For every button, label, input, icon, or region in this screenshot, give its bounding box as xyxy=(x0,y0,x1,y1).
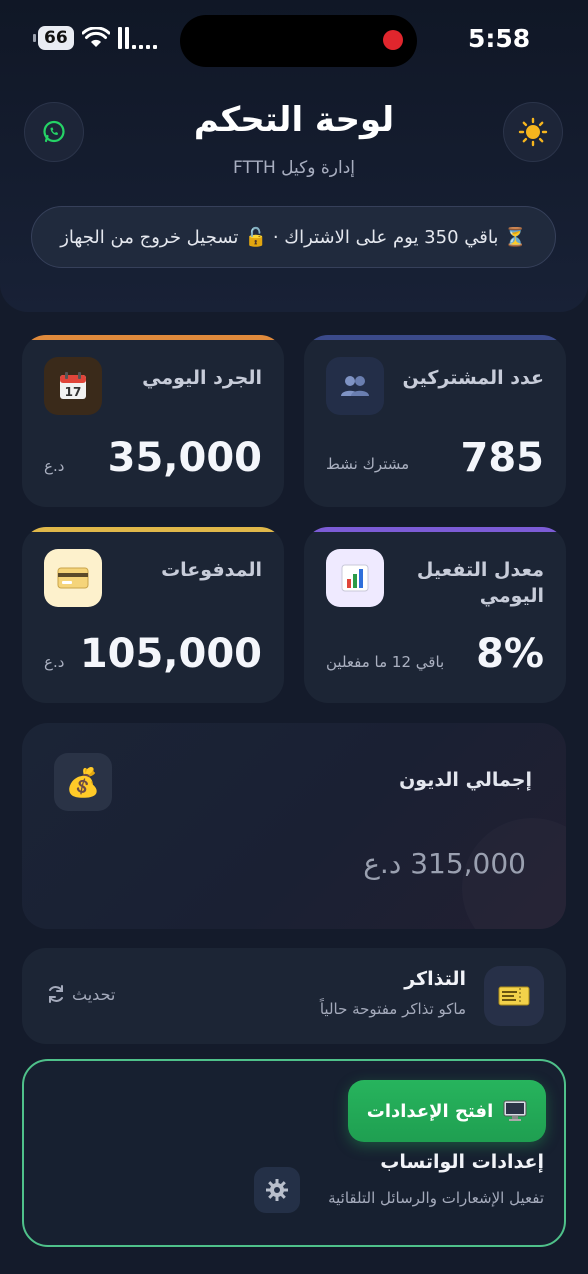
payments-card[interactable]: المدفوعات 105,000 د.ع xyxy=(22,527,284,703)
card-accent xyxy=(22,527,284,532)
subscription-days-text: باقي 350 يوم على الاشتراك · xyxy=(272,226,499,248)
svg-text:17: 17 xyxy=(65,385,82,399)
calendar-icon: 17 xyxy=(44,357,102,415)
dynamic-island xyxy=(180,15,417,67)
daily-inventory-value: 35,000 xyxy=(107,435,262,481)
activation-remaining-text: باقي 12 ما مفعلين xyxy=(326,653,445,671)
subscription-notice[interactable]: ⏳ باقي 350 يوم على الاشتراك · 🔓 تسجيل خر… xyxy=(31,206,556,268)
wifi-icon xyxy=(81,27,110,47)
daily-inventory-card[interactable]: الجرد اليومي 17 35,000 د.ع xyxy=(22,335,284,507)
recording-dot xyxy=(383,30,403,50)
bar-chart-icon xyxy=(326,549,384,607)
currency-unit: د.ع xyxy=(44,653,65,671)
open-settings-button[interactable]: افتح الإعدادات xyxy=(348,1080,546,1142)
battery-indicator: 66 xyxy=(33,26,74,50)
ticket-icon xyxy=(484,966,544,1026)
signal-icon xyxy=(117,27,157,49)
activation-rate-card[interactable]: معدل التفعيل اليومي 8% باقي 12 ما مفعلين xyxy=(304,527,566,703)
page-title: لوحة التحكم xyxy=(193,100,395,140)
subscribers-card[interactable]: عدد المشتركين 785 مشترك نشط xyxy=(304,335,566,507)
tickets-title: التذاكر xyxy=(404,968,466,990)
card-title: المدفوعات xyxy=(161,559,262,581)
status-bar: 66 5:58 xyxy=(0,0,588,80)
monitor-icon xyxy=(503,1100,527,1121)
open-settings-label: افتح الإعدادات xyxy=(366,1100,494,1122)
subscribers-value: 785 xyxy=(460,435,545,481)
refresh-icon xyxy=(49,985,63,1003)
card-accent xyxy=(304,527,566,532)
status-indicators: 66 xyxy=(33,26,157,50)
whatsapp-settings-subtitle: تفعيل الإشعارات والرسائل التلقائية xyxy=(328,1189,544,1207)
payments-value: 105,000 xyxy=(79,631,262,677)
debt-title: إجمالي الديون xyxy=(399,769,532,791)
whatsapp-settings-title: إعدادات الواتساب xyxy=(380,1151,544,1173)
total-debt-card[interactable]: إجمالي الديون 💰 315,000 د.ع xyxy=(22,723,566,929)
tickets-card[interactable]: التذاكر ماكو تذاكر مفتوحة حالياً تحديث xyxy=(22,948,566,1044)
status-time: 5:58 xyxy=(468,24,531,53)
hourglass-icon: ⏳ xyxy=(504,226,527,248)
card-title: معدل التفعيل اليومي xyxy=(416,559,544,607)
lock-icon: 🔓 xyxy=(244,226,267,248)
money-bag-icon: 💰 xyxy=(54,753,112,811)
gear-icon xyxy=(254,1167,300,1213)
page-subtitle: إدارة وكيل FTTH xyxy=(233,158,355,178)
debt-value: 315,000 د.ع xyxy=(363,847,526,880)
card-accent xyxy=(304,335,566,340)
logout-device-link[interactable]: تسجيل خروج من الجهاز xyxy=(60,227,238,248)
subscribers-unit: مشترك نشط xyxy=(326,455,410,473)
card-title: عدد المشتركين xyxy=(402,367,544,389)
refresh-label: تحديث xyxy=(72,984,116,1004)
refresh-button[interactable]: تحديث xyxy=(46,984,115,1004)
whatsapp-settings-card: افتح الإعدادات إعدادات الواتساب تفعيل ال… xyxy=(22,1059,566,1247)
tickets-subtitle: ماكو تذاكر مفتوحة حالياً xyxy=(319,1000,466,1018)
activation-rate-value: 8% xyxy=(476,631,544,677)
card-title: الجرد اليومي xyxy=(142,367,262,389)
card-accent xyxy=(22,335,284,340)
credit-card-icon xyxy=(44,549,102,607)
currency-unit: د.ع xyxy=(44,457,65,475)
people-icon xyxy=(326,357,384,415)
